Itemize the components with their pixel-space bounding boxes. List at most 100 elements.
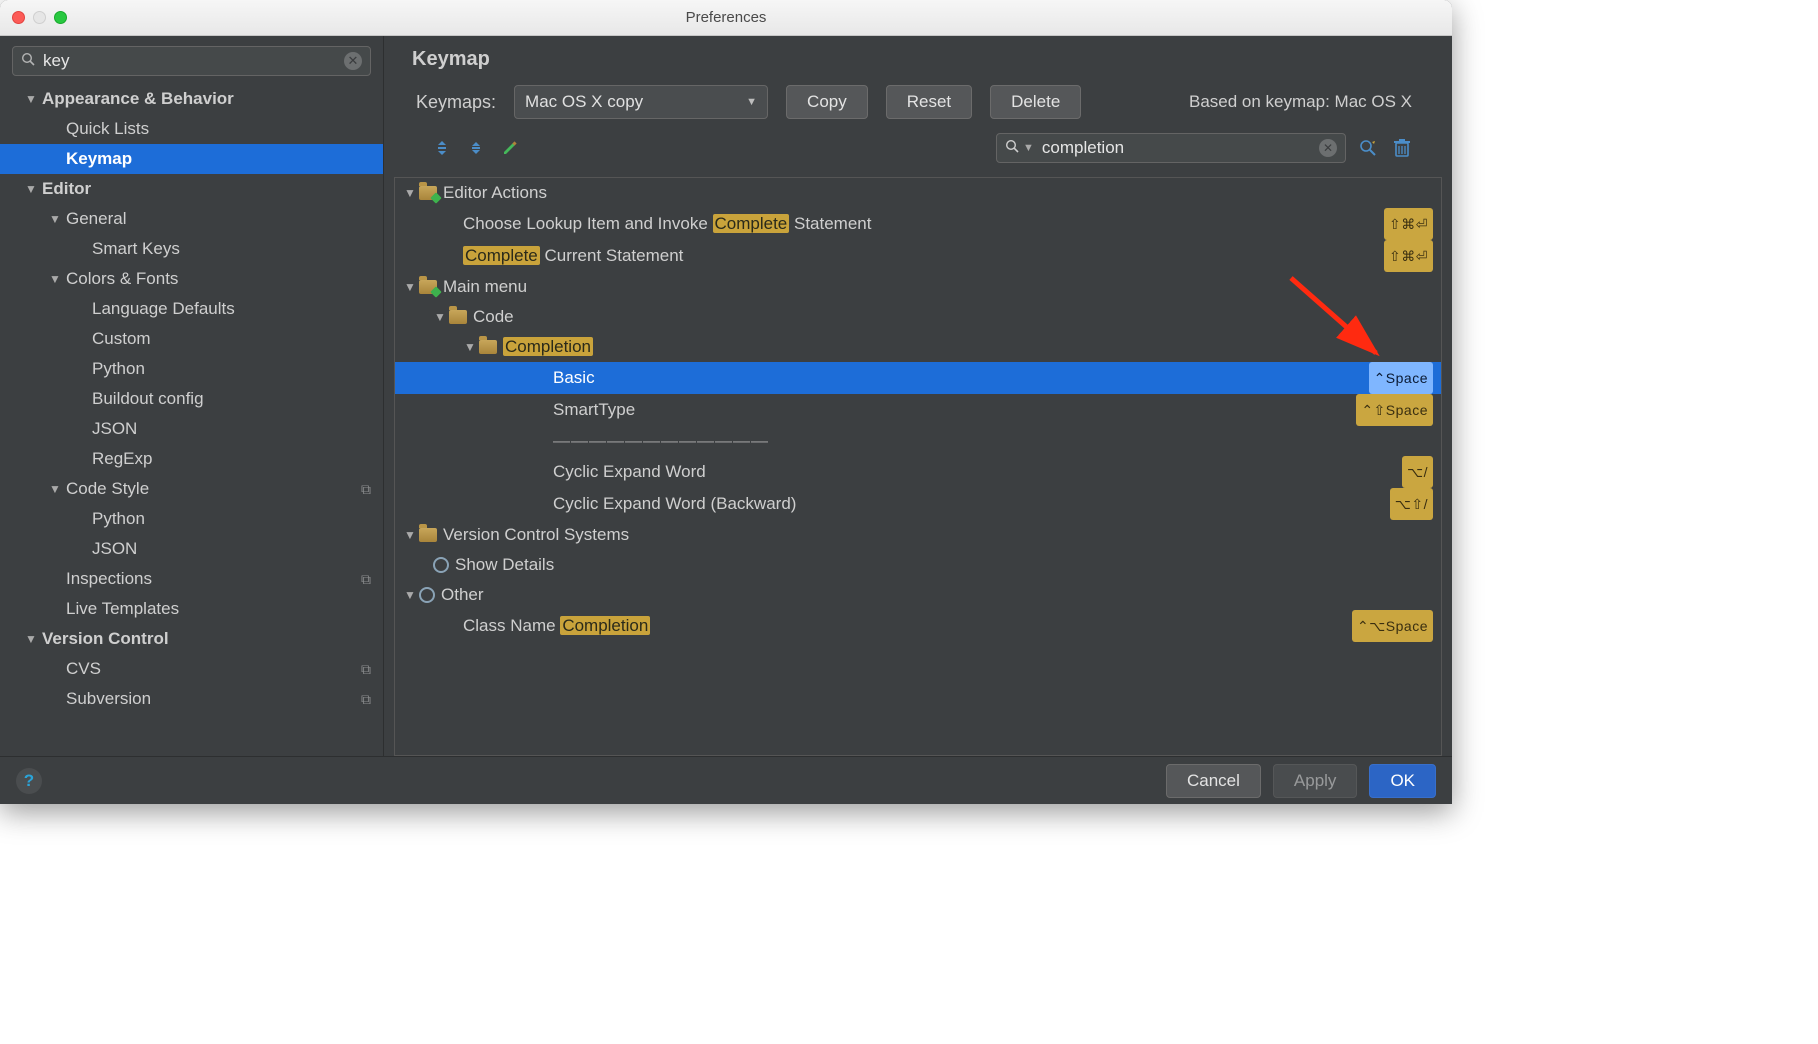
action-item[interactable]: Cyclic Expand Word (Backward)⌥⇧/ bbox=[395, 488, 1441, 520]
disclosure-icon: ▼ bbox=[463, 332, 477, 362]
folder-icon bbox=[419, 280, 437, 294]
window-controls bbox=[12, 11, 67, 24]
sidebar-item[interactable]: ▼Code Style ⧉ bbox=[0, 474, 383, 504]
action-label: Class Name Completion bbox=[463, 611, 650, 641]
sidebar-item-label: Subversion bbox=[66, 684, 151, 714]
action-label: Version Control Systems bbox=[443, 520, 629, 550]
expand-all-icon[interactable] bbox=[430, 136, 454, 160]
sidebar-item[interactable]: ▼Appearance & Behavior bbox=[0, 84, 383, 114]
sidebar-item[interactable]: Python bbox=[0, 504, 383, 534]
action-group[interactable]: ▼Other bbox=[395, 580, 1441, 610]
ok-button[interactable]: OK bbox=[1369, 764, 1436, 798]
disclosure-icon: ▼ bbox=[403, 178, 417, 208]
folder-icon bbox=[419, 528, 437, 542]
action-group[interactable]: ▼Completion bbox=[395, 332, 1441, 362]
sidebar-item[interactable]: Subversion⧉ bbox=[0, 684, 383, 714]
action-item[interactable]: Basic⌃Space bbox=[395, 362, 1441, 394]
copy-button[interactable]: Copy bbox=[786, 85, 868, 119]
sidebar-item[interactable]: JSON bbox=[0, 534, 383, 564]
close-icon[interactable] bbox=[12, 11, 25, 24]
delete-button[interactable]: Delete bbox=[990, 85, 1081, 119]
sidebar-item[interactable]: ▼Version Control bbox=[0, 624, 383, 654]
sidebar-item[interactable]: Inspections⧉ bbox=[0, 564, 383, 594]
action-filter[interactable]: ▼ ✕ bbox=[996, 133, 1346, 163]
find-by-shortcut-icon[interactable] bbox=[1356, 136, 1380, 160]
action-group[interactable]: ▼Main menu bbox=[395, 272, 1441, 302]
action-label: Complete Current Statement bbox=[463, 241, 683, 271]
sidebar-search[interactable]: ✕ bbox=[12, 46, 371, 76]
action-item[interactable]: Class Name Completion ⌃⌥Space bbox=[395, 610, 1441, 642]
edit-icon[interactable] bbox=[498, 136, 522, 160]
keyboard-shortcut: ⌃⌥Space bbox=[1352, 610, 1433, 642]
sidebar-item[interactable]: CVS⧉ bbox=[0, 654, 383, 684]
keyboard-shortcut: ⇧⌘⏎ bbox=[1384, 240, 1433, 272]
sidebar-item-label: Editor bbox=[42, 174, 91, 204]
disclosure-icon: ▼ bbox=[433, 302, 447, 332]
sidebar-item[interactable]: ▼Editor bbox=[0, 174, 383, 204]
sidebar-item[interactable]: ▼Colors & Fonts bbox=[0, 264, 383, 294]
chevron-down-icon[interactable]: ▼ bbox=[1023, 142, 1034, 154]
sidebar-item[interactable]: Custom bbox=[0, 324, 383, 354]
sidebar-item-label: Code Style bbox=[66, 474, 149, 504]
action-item[interactable]: Show Details bbox=[395, 550, 1441, 580]
sidebar-item[interactable]: ▼General bbox=[0, 204, 383, 234]
action-group[interactable]: ▼Editor Actions bbox=[395, 178, 1441, 208]
search-icon bbox=[21, 52, 35, 71]
action-label: SmartType bbox=[553, 395, 635, 425]
action-group[interactable]: ▼ Code bbox=[395, 302, 1441, 332]
action-label: Code bbox=[473, 302, 514, 332]
keymaps-dropdown[interactable]: Mac OS X copy ▼ bbox=[514, 85, 768, 119]
action-group[interactable]: ▼Version Control Systems bbox=[395, 520, 1441, 550]
action-tree[interactable]: ▼Editor ActionsChoose Lookup Item and In… bbox=[394, 177, 1442, 756]
sidebar-item[interactable]: Keymap bbox=[0, 144, 383, 174]
clear-search-icon[interactable]: ✕ bbox=[344, 52, 362, 70]
folder-icon bbox=[479, 340, 497, 354]
search-highlight: Complete bbox=[463, 246, 540, 265]
dialog-footer: ? Cancel Apply OK bbox=[0, 756, 1452, 804]
action-label: Cyclic Expand Word (Backward) bbox=[553, 489, 796, 519]
disclosure-icon: ▼ bbox=[24, 174, 38, 204]
action-filter-input[interactable] bbox=[1040, 137, 1319, 159]
action-item[interactable]: Complete Current Statement ⇧⌘⏎ bbox=[395, 240, 1441, 272]
separator: ———————————— bbox=[395, 426, 1441, 456]
sidebar-item-label: Keymap bbox=[66, 144, 132, 174]
collapse-all-icon[interactable] bbox=[464, 136, 488, 160]
apply-button[interactable]: Apply bbox=[1273, 764, 1358, 798]
action-item[interactable]: Choose Lookup Item and Invoke Complete S… bbox=[395, 208, 1441, 240]
action-item[interactable]: Cyclic Expand Word⌥/ bbox=[395, 456, 1441, 488]
sidebar-item-label: Colors & Fonts bbox=[66, 264, 178, 294]
clear-filter-icon[interactable]: ✕ bbox=[1319, 139, 1337, 157]
sidebar-item[interactable]: Python bbox=[0, 354, 383, 384]
disclosure-icon: ▼ bbox=[403, 580, 417, 610]
sidebar-item-label: Version Control bbox=[42, 624, 169, 654]
sidebar-item[interactable]: JSON bbox=[0, 414, 383, 444]
sidebar-item[interactable]: Buildout config bbox=[0, 384, 383, 414]
copy-profile-icon: ⧉ bbox=[361, 654, 371, 684]
help-button[interactable]: ? bbox=[16, 768, 42, 794]
disclosure-icon: ▼ bbox=[48, 204, 62, 234]
sidebar-item-label: Smart Keys bbox=[92, 234, 180, 264]
cancel-button[interactable]: Cancel bbox=[1166, 764, 1261, 798]
action-item[interactable]: SmartType⌃⇧Space bbox=[395, 394, 1441, 426]
gear-icon bbox=[419, 587, 435, 603]
sidebar-item[interactable]: Language Defaults bbox=[0, 294, 383, 324]
action-label: Basic bbox=[553, 363, 595, 393]
minimize-icon[interactable] bbox=[33, 11, 46, 24]
sidebar-item[interactable]: Quick Lists bbox=[0, 114, 383, 144]
disclosure-icon: ▼ bbox=[24, 624, 38, 654]
page-title: Keymap bbox=[412, 48, 1432, 71]
sidebar-item[interactable]: RegExp bbox=[0, 444, 383, 474]
sidebar-item-label: Live Templates bbox=[66, 594, 179, 624]
maximize-icon[interactable] bbox=[54, 11, 67, 24]
sidebar-item[interactable]: Smart Keys bbox=[0, 234, 383, 264]
folder-icon bbox=[449, 310, 467, 324]
sidebar-item-label: Inspections bbox=[66, 564, 152, 594]
copy-profile-icon: ⧉ bbox=[361, 474, 371, 504]
reset-button[interactable]: Reset bbox=[886, 85, 972, 119]
sidebar-search-input[interactable] bbox=[41, 50, 344, 72]
disclosure-icon: ▼ bbox=[48, 474, 62, 504]
trash-icon[interactable] bbox=[1390, 136, 1414, 160]
preferences-window: Preferences ✕ ▼Appearance & BehaviorQuic… bbox=[0, 0, 1452, 804]
sidebar-item[interactable]: Live Templates bbox=[0, 594, 383, 624]
keyboard-shortcut: ⇧⌘⏎ bbox=[1384, 208, 1433, 240]
